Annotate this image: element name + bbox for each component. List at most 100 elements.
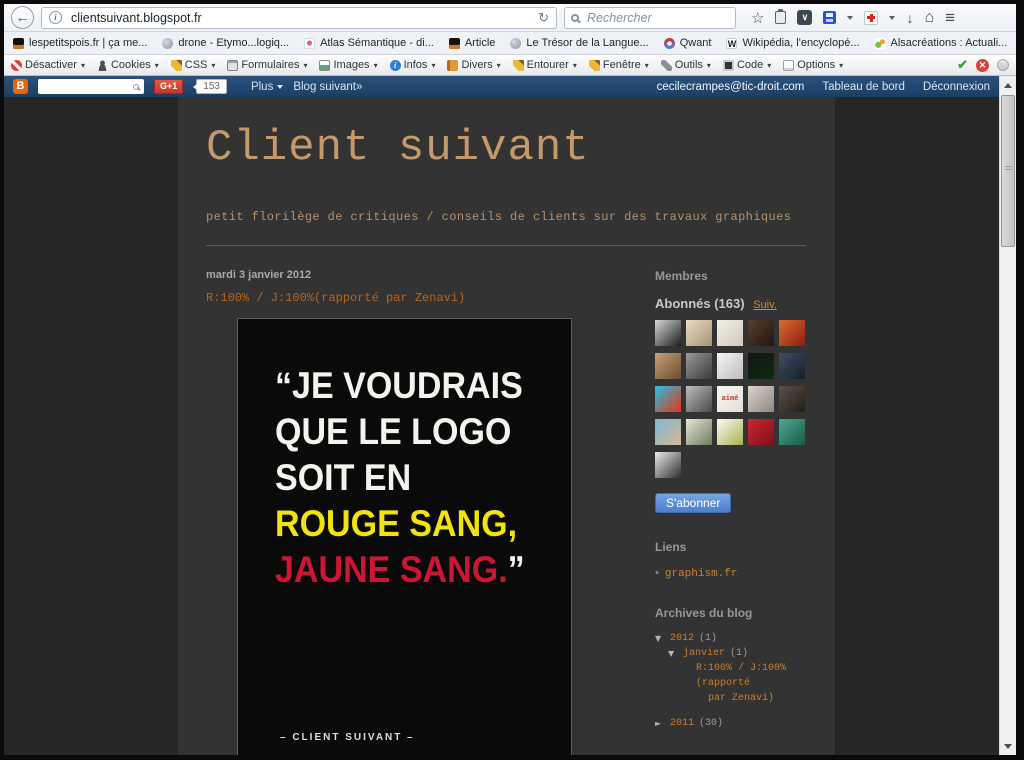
url-input[interactable] xyxy=(69,10,531,26)
poster-text: “JE VOUDRAISQUE LE LOGOSOIT ENROUGE SANG… xyxy=(275,363,546,593)
triangle-right-icon[interactable]: ► xyxy=(655,716,665,731)
avatar[interactable] xyxy=(717,353,743,379)
dashboard-link[interactable]: Tableau de bord xyxy=(822,81,904,93)
avatar[interactable] xyxy=(686,386,712,412)
signout-link[interactable]: Déconnexion xyxy=(923,81,990,93)
blog-title[interactable]: Client suivant xyxy=(206,123,807,173)
idle-circle-icon[interactable] xyxy=(997,59,1009,71)
avatar[interactable] xyxy=(748,320,774,346)
scroll-down-button[interactable] xyxy=(1000,738,1016,754)
avatar[interactable] xyxy=(748,386,774,412)
bookmark-item[interactable]: Atlas Sémantique - di... xyxy=(304,37,434,49)
avatar[interactable] xyxy=(779,320,805,346)
avatar[interactable] xyxy=(748,353,774,379)
blogger-logo-icon[interactable]: B xyxy=(13,79,28,94)
post-image[interactable]: “JE VOUDRAISQUE LE LOGOSOIT ENROUGE SANG… xyxy=(237,318,572,755)
avatar[interactable]: aimé xyxy=(717,386,743,412)
bookmark-item[interactable]: Alsacréations : Actuali... xyxy=(875,37,1008,49)
triangle-down-icon[interactable]: ▼ xyxy=(655,631,665,646)
archive-link[interactable]: janvier xyxy=(683,646,725,661)
bookmarks-menu-icon[interactable] xyxy=(775,11,786,24)
devbar-menu-fenêtre[interactable]: Fenêtre▾ xyxy=(589,59,649,71)
devbar-menu-divers[interactable]: Divers▾ xyxy=(447,59,500,71)
bookmark-item[interactable]: lespetitspois.fr | ça me... xyxy=(13,37,147,49)
triangle-down-icon xyxy=(681,661,691,706)
devbar-menu-cookies[interactable]: Cookies▾ xyxy=(97,59,159,71)
bookmark-star-icon[interactable]: ☆ xyxy=(751,9,764,27)
devbar-menu-entourer[interactable]: Entourer▾ xyxy=(513,59,577,71)
followers-next-link[interactable]: Suiv. xyxy=(753,299,777,311)
triangle-down-icon[interactable]: ▼ xyxy=(668,646,678,661)
browser-search-input[interactable] xyxy=(585,10,729,26)
poster-line-text: SOIT EN xyxy=(275,457,411,498)
avatar[interactable] xyxy=(717,320,743,346)
avatar[interactable] xyxy=(717,419,743,445)
blog-search-input[interactable] xyxy=(41,80,133,93)
devbar-menu-formulaires[interactable]: Formulaires▾ xyxy=(227,59,307,71)
archive-link[interactable]: R:100% / J:100%(rapporté par Zenavi) xyxy=(696,661,807,706)
blog-search-box[interactable] xyxy=(38,79,144,94)
page-background: Client suivant petit florilège de critiq… xyxy=(4,97,999,755)
gplus-button[interactable]: G+1 xyxy=(154,79,183,94)
avatar[interactable] xyxy=(655,320,681,346)
avatar[interactable] xyxy=(686,320,712,346)
avatar[interactable] xyxy=(686,419,712,445)
site-info-icon[interactable]: i xyxy=(49,11,62,24)
vertical-scrollbar[interactable] xyxy=(999,76,1016,755)
bookmark-item[interactable]: Le Trésor de la Langue... xyxy=(510,37,648,49)
url-bar[interactable]: i ↻ xyxy=(41,7,557,29)
plus-menu[interactable]: Plus xyxy=(251,81,283,93)
scrollbar-thumb[interactable] xyxy=(1001,95,1015,247)
pocket-icon[interactable]: ∨ xyxy=(797,10,812,25)
avatar[interactable] xyxy=(686,353,712,379)
archive-link[interactable]: 2011 xyxy=(670,716,694,731)
archive-row: ►2011(30) xyxy=(655,716,807,731)
bookmark-label: Article xyxy=(465,37,496,49)
devbar-menu-code[interactable]: Code▾ xyxy=(723,59,771,71)
account-email: cecilecrampes@tic-droit.com xyxy=(657,81,805,93)
blog-search-icon[interactable] xyxy=(133,84,139,90)
error-circle-icon[interactable]: ✕ xyxy=(976,59,989,72)
devbar-menu-outils[interactable]: Outils▾ xyxy=(661,59,711,71)
devbar-menu-label: Divers xyxy=(461,59,492,71)
avatar[interactable] xyxy=(655,452,681,478)
hamburger-menu-icon[interactable]: ≡ xyxy=(945,8,955,28)
save-dropdown-caret[interactable] xyxy=(847,16,853,20)
avatar[interactable] xyxy=(655,353,681,379)
avatar[interactable] xyxy=(779,386,805,412)
addon-dropdown-caret[interactable] xyxy=(889,16,895,20)
devbar-menu-options[interactable]: Options▾ xyxy=(783,59,843,71)
home-icon[interactable]: ⌂ xyxy=(924,9,934,27)
back-button[interactable]: ← xyxy=(11,6,34,29)
reload-icon[interactable]: ↻ xyxy=(538,10,549,26)
bookmark-item[interactable]: Article xyxy=(449,37,496,49)
archive-link[interactable]: 2012 xyxy=(670,631,694,646)
next-blog-link[interactable]: Blog suivant» xyxy=(293,81,362,93)
graphism-link[interactable]: graphism.fr xyxy=(665,568,738,580)
avatar[interactable] xyxy=(655,386,681,412)
avatar[interactable] xyxy=(655,419,681,445)
red-cross-addon-icon[interactable] xyxy=(864,11,878,25)
valid-check-icon[interactable]: ✔ xyxy=(957,57,968,73)
subscribe-button[interactable]: S'abonner xyxy=(655,493,731,513)
archive-count: (1) xyxy=(699,631,717,646)
devbar-menu-désactiver[interactable]: Désactiver▾ xyxy=(11,59,85,71)
avatar[interactable] xyxy=(779,419,805,445)
devbar-menu-label: Images xyxy=(333,59,369,71)
avatar[interactable] xyxy=(779,353,805,379)
devbar-menu-css[interactable]: CSS▾ xyxy=(171,59,216,71)
bullet-icon: • xyxy=(655,567,659,579)
browser-search-bar[interactable] xyxy=(564,7,736,29)
bookmark-item[interactable]: Qwant xyxy=(664,37,712,49)
devbar-menu-images[interactable]: Images▾ xyxy=(319,59,377,71)
bookmark-item[interactable]: drone - Etymo...logiq... xyxy=(162,37,289,49)
avatar[interactable] xyxy=(748,419,774,445)
bookmark-item[interactable]: WWikipédia, l'encyclopé... xyxy=(726,37,859,49)
bookmark-label: Le Trésor de la Langue... xyxy=(526,37,648,49)
scroll-up-button[interactable] xyxy=(1000,77,1016,93)
post-title[interactable]: R:100% / J:100%(rapporté par Zenavi) xyxy=(206,291,646,305)
save-session-icon[interactable] xyxy=(823,11,836,24)
devbar-menu-label: CSS xyxy=(185,59,208,71)
downloads-icon[interactable]: ↓ xyxy=(906,10,913,26)
devbar-menu-infos[interactable]: iInfos▾ xyxy=(390,59,436,71)
